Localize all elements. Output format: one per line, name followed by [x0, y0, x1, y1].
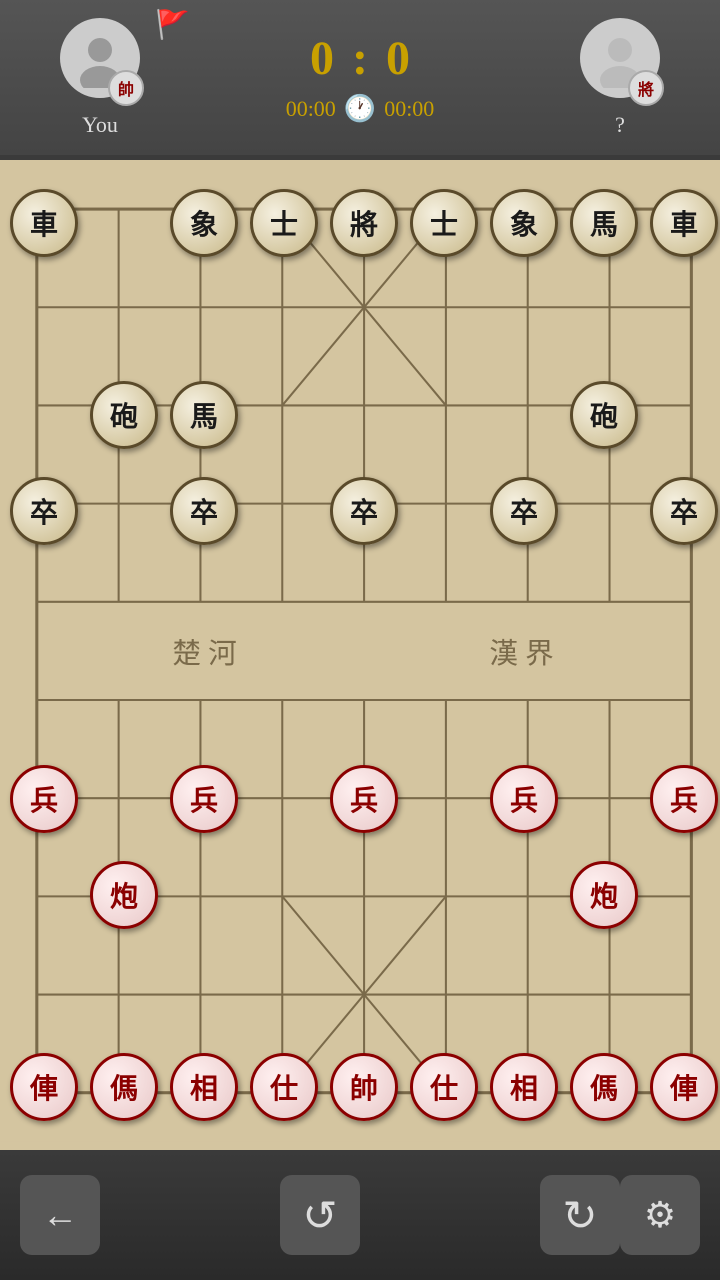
timer2: 00:00: [384, 96, 434, 122]
piece[interactable]: 兵: [10, 765, 78, 833]
piece[interactable]: 炮: [570, 861, 638, 929]
piece[interactable]: 傌: [90, 1053, 158, 1121]
piece[interactable]: 仕: [410, 1053, 478, 1121]
clock-icon: 🕐: [344, 94, 376, 124]
settings-button[interactable]: ⚙: [620, 1175, 700, 1255]
board-container: 楚 河 漢 界 車象士將士象馬車砲馬砲卒卒卒卒卒兵兵兵兵兵炮炮俥傌相仕帥仕相傌俥: [0, 160, 720, 1150]
back-button[interactable]: ←: [20, 1175, 100, 1255]
player2-name: ?: [615, 112, 625, 138]
piece[interactable]: 將: [330, 189, 398, 257]
piece[interactable]: 士: [410, 189, 478, 257]
score-separator: :: [352, 31, 368, 86]
piece[interactable]: 馬: [170, 381, 238, 449]
player1-section: 帥 🚩 You: [20, 18, 180, 138]
piece[interactable]: 象: [490, 189, 558, 257]
piece[interactable]: 相: [170, 1053, 238, 1121]
refresh-button[interactable]: ↻: [540, 1175, 620, 1255]
piece[interactable]: 俥: [10, 1053, 78, 1121]
player1-badge: 帥: [108, 70, 144, 106]
piece[interactable]: 兵: [650, 765, 718, 833]
player2-section: 將 ?: [540, 18, 700, 138]
piece[interactable]: 車: [650, 189, 718, 257]
piece[interactable]: 帥: [330, 1053, 398, 1121]
piece[interactable]: 士: [250, 189, 318, 257]
piece[interactable]: 兵: [170, 765, 238, 833]
piece[interactable]: 卒: [10, 477, 78, 545]
piece[interactable]: 卒: [650, 477, 718, 545]
header: 帥 🚩 You 0 : 0 00:00 🕐 00:00 將 ?: [0, 0, 720, 155]
piece[interactable]: 傌: [570, 1053, 638, 1121]
piece[interactable]: 俥: [650, 1053, 718, 1121]
piece[interactable]: 象: [170, 189, 238, 257]
piece[interactable]: 砲: [570, 381, 638, 449]
timer-row: 00:00 🕐 00:00: [286, 94, 435, 124]
piece[interactable]: 兵: [330, 765, 398, 833]
timer1: 00:00: [286, 96, 336, 122]
piece[interactable]: 卒: [490, 477, 558, 545]
piece[interactable]: 仕: [250, 1053, 318, 1121]
piece[interactable]: 兵: [490, 765, 558, 833]
piece[interactable]: 車: [10, 189, 78, 257]
score1: 0: [302, 31, 342, 86]
flag-icon: 🚩: [155, 8, 190, 42]
piece[interactable]: 卒: [170, 477, 238, 545]
center-section: 0 : 0 00:00 🕐 00:00: [180, 31, 540, 124]
player2-avatar: 將: [580, 18, 660, 98]
player1-name: You: [82, 112, 118, 138]
player2-badge: 將: [628, 70, 664, 106]
piece[interactable]: 砲: [90, 381, 158, 449]
piece[interactable]: 馬: [570, 189, 638, 257]
piece[interactable]: 相: [490, 1053, 558, 1121]
score-row: 0 : 0: [302, 31, 418, 86]
score2: 0: [378, 31, 418, 86]
piece[interactable]: 卒: [330, 477, 398, 545]
piece[interactable]: 炮: [90, 861, 158, 929]
player1-avatar: 帥: [60, 18, 140, 98]
undo-button[interactable]: ↺: [280, 1175, 360, 1255]
toolbar: ← ↺ ↻ ⚙: [0, 1150, 720, 1280]
